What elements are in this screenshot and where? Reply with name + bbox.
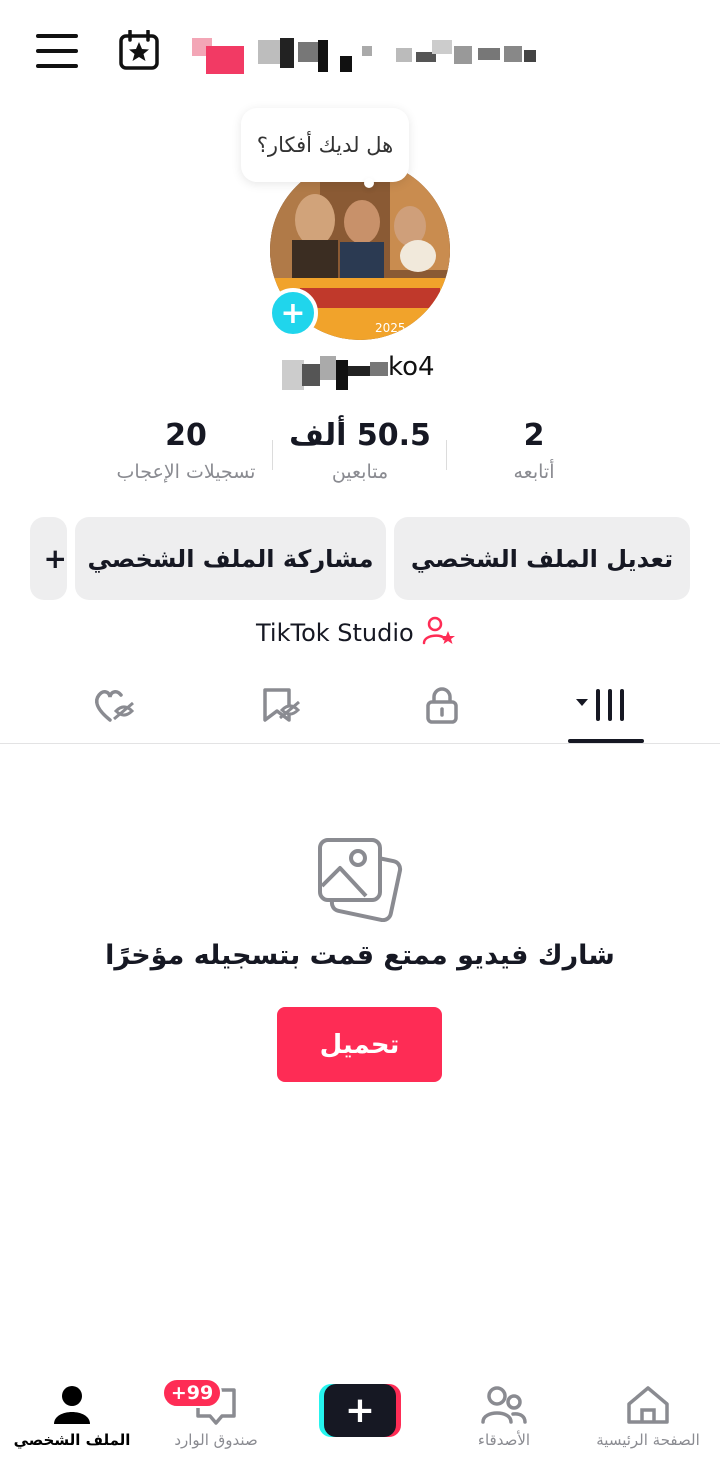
avatar-add-button[interactable]: + (268, 288, 318, 338)
tab-liked[interactable] (84, 684, 144, 730)
idea-prompt-bubble[interactable]: هل لديك أفكار؟ (241, 108, 409, 182)
stat-likes[interactable]: 20 تسجيلات الإعجاب (86, 418, 286, 483)
bubble-tail (364, 178, 374, 188)
tabs-divider (0, 743, 720, 744)
upload-button[interactable]: تحميل (277, 1007, 442, 1082)
svg-text:2025: 2025 (375, 321, 406, 335)
tiktok-studio-label: TikTok Studio (256, 619, 414, 647)
empty-state-title: شارك فيديو ممتع قمت بتسجيله مؤخرًا (105, 940, 615, 971)
nav-friends-label: الأصدقاء (477, 1431, 531, 1449)
followers-count: 50.5 ألف (289, 418, 431, 453)
stat-followers[interactable]: 50.5 ألف متابعين (260, 418, 460, 483)
tab-videos[interactable] (576, 684, 636, 730)
following-count: 2 (523, 418, 545, 453)
add-friend-button[interactable]: + (30, 517, 67, 600)
create-button[interactable]: + (319, 1384, 401, 1437)
grid-icon (576, 685, 636, 729)
profile-name-redacted (192, 36, 538, 76)
calendar-star-icon[interactable] (118, 29, 160, 70)
likes-label: تسجيلات الإعجاب (116, 461, 256, 483)
person-star-icon (422, 615, 456, 651)
add-friend-icon: + (43, 542, 67, 575)
nav-home-label: الصفحة الرئيسية (596, 1431, 700, 1449)
menu-line (36, 64, 78, 68)
tab-private[interactable] (412, 684, 472, 730)
nav-friends[interactable]: الأصدقاء (432, 1382, 576, 1462)
friends-icon (481, 1382, 527, 1426)
home-icon (625, 1382, 671, 1426)
nav-inbox-label: صندوق الوارد (174, 1431, 258, 1449)
idea-prompt-text: هل لديك أفكار؟ (256, 133, 394, 157)
nav-profile-label: الملف الشخصي (13, 1431, 131, 1449)
edit-profile-label: تعديل الملف الشخصي (410, 544, 674, 573)
followers-label: متابعين (331, 461, 389, 483)
tiktok-studio-link[interactable]: TikTok Studio (256, 615, 456, 651)
following-label: أتابعه (513, 461, 555, 483)
bookmark-icon (260, 686, 301, 728)
create-plus-icon: + (344, 1390, 376, 1431)
inbox-badge: +99 (162, 1378, 222, 1408)
plus-icon: + (280, 295, 306, 331)
nav-home[interactable]: الصفحة الرئيسية (576, 1382, 720, 1462)
upload-label: تحميل (319, 1029, 400, 1060)
menu-line (36, 34, 78, 38)
menu-button[interactable] (36, 34, 78, 68)
share-profile-button[interactable]: مشاركة الملف الشخصي (75, 517, 386, 600)
username-suffix: ko4 (388, 352, 435, 382)
photos-icon (316, 836, 404, 923)
tab-saved[interactable] (250, 684, 310, 730)
share-profile-label: مشاركة الملف الشخصي (87, 544, 374, 573)
profile-icon (52, 1382, 92, 1426)
edit-profile-button[interactable]: تعديل الملف الشخصي (394, 517, 690, 600)
username: ko4 (282, 350, 482, 390)
nav-profile[interactable]: الملف الشخصي (0, 1382, 144, 1462)
likes-count: 20 (165, 418, 207, 453)
heart-icon (93, 686, 135, 728)
lock-icon (425, 686, 459, 728)
menu-line (36, 49, 78, 53)
stat-following[interactable]: 2 أتابعه (434, 418, 634, 483)
